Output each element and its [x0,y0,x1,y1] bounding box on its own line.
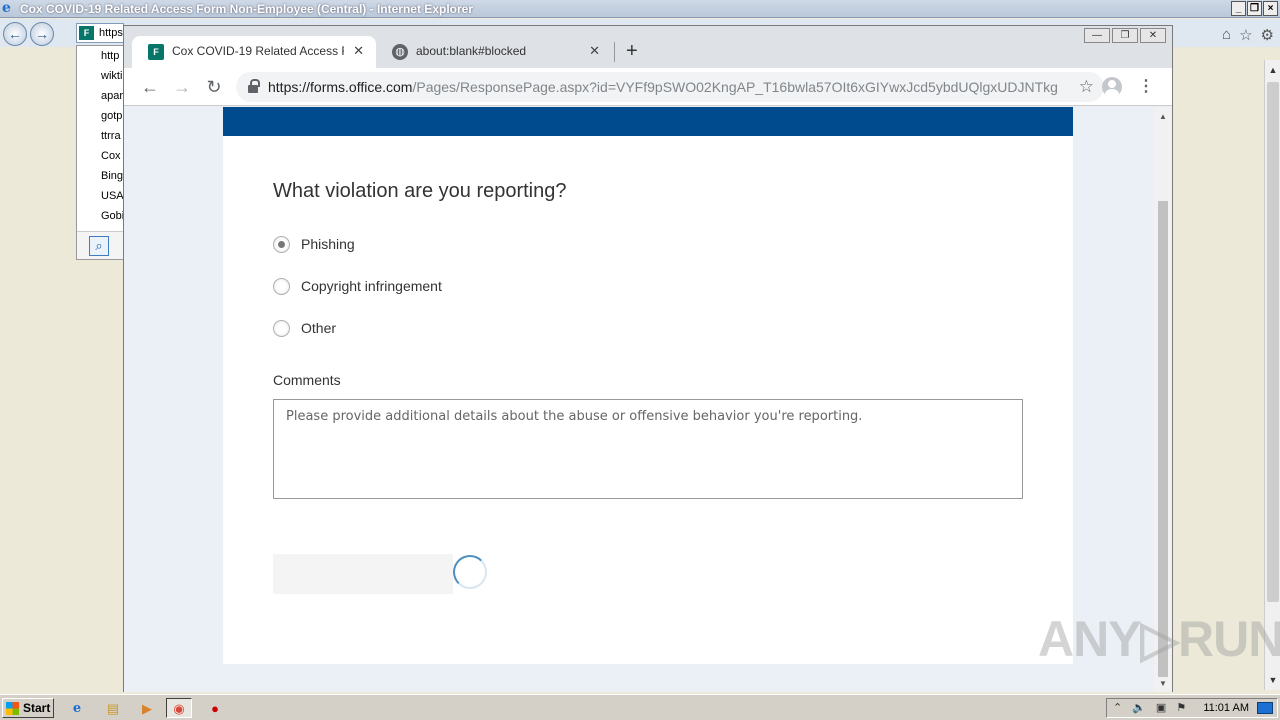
form-header-band [223,107,1073,136]
forms-favicon-icon: F [79,26,94,40]
restore-icon[interactable]: ❐ [1247,1,1262,16]
page-viewport: What violation are you reporting? Phishi… [124,107,1154,692]
start-button[interactable]: Start [2,698,54,718]
tab-separator [614,42,615,62]
start-label: Start [23,701,51,715]
chrome-scroll-thumb[interactable] [1158,201,1168,677]
back-arrow-icon[interactable]: ← [138,75,162,99]
dropdown-item[interactable]: gotp [77,106,123,126]
question-title: What violation are you reporting? [273,180,567,202]
dropdown-item[interactable]: Bing [77,166,123,186]
url-text[interactable]: https://forms.office.com/Pages/ResponseP… [268,72,1058,102]
ie-address-text: https [99,27,123,39]
option-label: Phishing [301,236,355,252]
chrome-tab-strip: F Cox COVID-19 Related Access Form ✕ ◍ a… [124,26,1172,68]
home-icon[interactable]: ⌂ [1222,26,1231,44]
reload-icon[interactable]: ↻ [202,75,226,99]
antivirus-icon[interactable]: ● [202,698,228,718]
loading-spinner-icon [453,555,487,589]
lock-icon [248,79,260,93]
form-card: What violation are you reporting? Phishi… [223,136,1073,664]
ie-forward-icon[interactable]: → [30,22,54,46]
menu-kebab-icon[interactable]: ⋮ [1138,75,1154,99]
option-label: Other [301,320,337,336]
chrome-window-controls: — ❐ ✕ [1084,28,1166,43]
taskbar: Start e ▤ ▶ ◉ ● ⌃ 🔈 ▣ ⚑ 11:01 AM [0,694,1280,720]
scroll-down-icon[interactable]: ▼ [1265,672,1280,688]
url-path: /Pages/ResponsePage.aspx?id=VYFf9pSWO02K… [412,79,1058,95]
ie-address-dropdown: http wikti apar gotp ttrra Cox Bing USA … [76,45,124,260]
tab-label: about:blank#blocked [416,44,527,58]
dropdown-item[interactable]: ttrra [77,126,123,146]
network-icon[interactable]: ▣ [1156,699,1166,717]
gear-icon[interactable]: ⚙ [1261,26,1274,44]
tab-cox-form[interactable]: F Cox COVID-19 Related Access Form ✕ [132,36,376,68]
minimize-icon[interactable]: — [1084,28,1110,43]
ie-address-bar[interactable]: F https [76,23,124,43]
tray-expand-icon[interactable]: ⌃ [1113,699,1122,717]
submit-button-placeholder[interactable] [273,554,453,594]
tab-close-icon[interactable]: ✕ [589,36,600,66]
url-host: https://forms.office.com [268,79,413,95]
tab-label: Cox COVID-19 Related Access Form [172,44,344,58]
forms-favicon-icon: F [148,44,164,60]
dropdown-item[interactable]: wikti [77,66,123,86]
chrome-toolbar: ← → ↻ https://forms.office.com/Pages/Res… [124,68,1172,106]
dropdown-search-bar: ⌕ [77,231,123,259]
system-tray: ⌃ 🔈 ▣ ⚑ 11:01 AM [1106,698,1278,718]
dropdown-item[interactable]: http [77,46,123,66]
dropdown-item[interactable]: Cox [77,146,123,166]
address-bar[interactable]: https://forms.office.com/Pages/ResponseP… [236,72,1104,102]
dropdown-item[interactable]: USA [77,186,123,206]
close-icon[interactable]: ✕ [1140,28,1166,43]
show-desktop-icon[interactable] [1257,702,1273,714]
chrome-window: F Cox COVID-19 Related Access Form ✕ ◍ a… [123,25,1173,692]
forward-arrow-icon[interactable]: → [170,75,194,99]
profile-avatar-icon[interactable] [1102,77,1122,97]
ie-scroll-thumb[interactable] [1267,82,1279,602]
ie-window-title: Cox COVID-19 Related Access Form Non-Emp… [20,2,473,16]
ie-logo-icon: e [2,0,11,16]
minimize-icon[interactable]: _ [1231,1,1246,16]
option-label: Copyright infringement [301,278,442,294]
flag-icon[interactable]: ⚑ [1176,699,1186,717]
globe-icon: ◍ [392,44,408,60]
anyrun-watermark: ANY▷RUN [1038,611,1280,667]
tab-about-blank[interactable]: ◍ about:blank#blocked ✕ [376,36,612,68]
tab-close-icon[interactable]: ✕ [353,36,364,66]
radio-button[interactable] [273,236,290,253]
volume-icon[interactable]: 🔈 [1132,699,1146,717]
comments-label: Comments [273,372,341,388]
scroll-up-icon[interactable]: ▲ [1154,109,1172,125]
new-tab-plus-icon[interactable]: + [626,38,638,64]
folder-icon[interactable]: ▤ [100,698,126,718]
ie-window-controls: _ ❐ × [1231,1,1278,16]
clock: 11:01 AM [1203,702,1249,714]
ie-taskbar-icon[interactable]: e [64,698,90,718]
chrome-taskbar-icon[interactable]: ◉ [166,698,192,718]
dropdown-item[interactable]: Gobi [77,206,123,226]
scroll-down-icon[interactable]: ▼ [1154,676,1172,692]
favorites-star-icon[interactable]: ☆ [1239,26,1252,44]
radio-button[interactable] [273,320,290,337]
dropdown-item[interactable]: apar [77,86,123,106]
restore-icon[interactable]: ❐ [1112,28,1138,43]
search-icon[interactable]: ⌕ [89,236,109,256]
bookmark-star-icon[interactable]: ☆ [1079,72,1094,102]
chrome-scrollbar[interactable]: ▲ ▼ [1154,107,1172,692]
windows-logo-icon [6,702,19,715]
tray-icons: ⌃ 🔈 ▣ ⚑ [1113,699,1186,717]
close-icon[interactable]: × [1263,1,1278,16]
ie-title-bar: e Cox COVID-19 Related Access Form Non-E… [0,0,1280,18]
ie-back-icon[interactable]: ← [3,22,27,46]
scroll-up-icon[interactable]: ▲ [1265,62,1280,78]
ie-scrollbar[interactable]: ▲ ▼ [1264,60,1280,690]
media-player-icon[interactable]: ▶ [134,698,160,718]
radio-button[interactable] [273,278,290,295]
comments-textarea[interactable]: Please provide additional details about … [273,399,1023,499]
ie-right-icons: ⌂ ☆ ⚙ [1222,26,1274,44]
